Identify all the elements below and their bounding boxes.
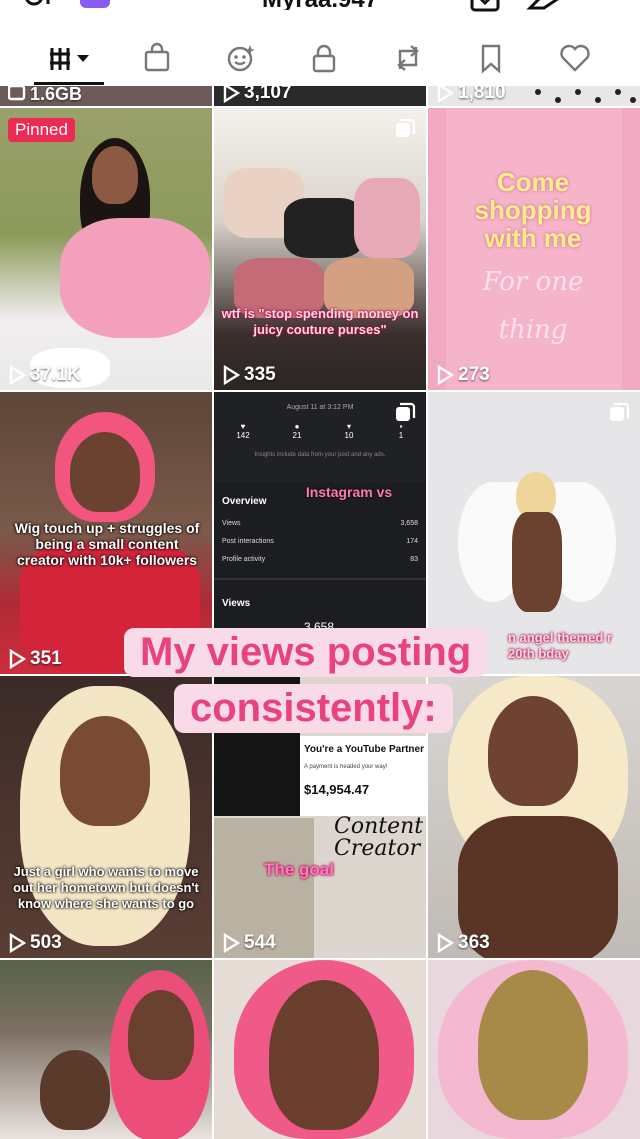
video-thumbnail[interactable]: 1,810 (428, 86, 640, 106)
repost-icon (397, 45, 419, 71)
view-count: 3,107 (222, 86, 292, 104)
tab-effects[interactable] (219, 36, 263, 80)
person-body (512, 512, 562, 612)
heart-icon (560, 44, 590, 72)
video-caption-script: For one thing (482, 267, 584, 345)
person-face (269, 980, 379, 1130)
multi-photo-icon (610, 402, 630, 421)
calendar-icon[interactable] (468, 0, 502, 18)
tab-liked[interactable] (553, 36, 597, 80)
lock-icon (312, 44, 336, 73)
overlay-line-2: consistently: (174, 684, 453, 733)
insights-stat: ▾ 10 (344, 422, 354, 440)
insights-row: Post interactions 174 (222, 538, 418, 545)
youtube-card: You're a YouTube Partner A payment is he… (300, 736, 426, 816)
folder-icon (8, 86, 26, 101)
bookmark-icon (481, 44, 501, 74)
video-thumbnail[interactable] (214, 960, 426, 1139)
overlay-caption: My views posting consistently: (0, 628, 640, 748)
play-icon (437, 933, 454, 953)
view-count: 273 (436, 364, 490, 386)
video-caption: Wig touch up + struggles of being a smal… (14, 520, 200, 568)
view-count: 363 (436, 932, 490, 954)
insights-views-label: Views (222, 598, 251, 609)
profile-username[interactable]: Myraa.947 (240, 0, 400, 10)
video-thumbnail[interactable]: Come shopping with me For one thing 273 (428, 108, 640, 390)
person-face (70, 432, 140, 512)
view-count: 335 (222, 364, 276, 386)
play-icon (223, 365, 240, 385)
play-icon (437, 86, 454, 103)
purse (284, 198, 364, 258)
menu-icon[interactable] (586, 0, 620, 18)
add-user-icon[interactable] (20, 0, 60, 20)
content-creator-text: Content Creator (334, 814, 424, 861)
tab-private[interactable] (302, 36, 346, 80)
video-grid: 1.6GB 3,107 1,810 Pinned 37.1K wtf is "s… (0, 86, 640, 1139)
tab-reposts[interactable] (386, 36, 430, 80)
youtube-amount: $14,954.47 (304, 782, 370, 797)
video-caption: The goal (264, 860, 334, 879)
storage-label: 1.6GB (8, 86, 82, 106)
overlay-line-1: My views posting (124, 628, 488, 677)
active-tab-indicator (34, 82, 104, 85)
share-icon[interactable] (526, 0, 560, 18)
video-caption: Come shopping with me (474, 167, 592, 253)
multi-photo-icon (396, 402, 416, 421)
insights-row: Views 3,658 (222, 520, 418, 527)
tab-videos[interactable] (40, 36, 98, 80)
video-thumbnail[interactable]: Pinned 37.1K (0, 108, 212, 390)
play-icon (9, 933, 26, 953)
pink-dress (60, 218, 210, 338)
view-count: 503 (8, 932, 62, 954)
video-thumbnail[interactable]: wtf is "stop spending money on juicy cou… (214, 108, 426, 390)
insights-stat: ♥ 142 (236, 422, 250, 440)
video-thumbnail[interactable]: 1.6GB (0, 86, 212, 106)
multi-photo-icon (396, 118, 416, 137)
video-thumbnail[interactable] (428, 960, 640, 1139)
tab-shop[interactable] (135, 36, 179, 80)
profile-tabs (0, 22, 640, 86)
insights-note: Insights include data from your post and… (254, 452, 386, 458)
notification-badge[interactable] (80, 0, 110, 8)
video-thumbnail[interactable] (0, 960, 212, 1139)
pinned-badge: Pinned (8, 118, 75, 142)
grid-icon (50, 48, 89, 70)
video-thumbnail[interactable]: 3,107 (214, 86, 426, 106)
shopping-bag-icon (144, 42, 170, 72)
profile-header: Myraa.947 (0, 0, 640, 22)
insights-stat: ▪ 1 (398, 422, 404, 440)
video-caption: Instagram vs (305, 484, 393, 500)
person-face (478, 970, 588, 1120)
sticker-icon (227, 45, 255, 72)
play-icon (437, 365, 454, 385)
view-count: 37.1K (8, 364, 81, 386)
tab-saved[interactable] (469, 36, 513, 80)
person-face (92, 146, 138, 204)
play-icon (9, 365, 26, 385)
youtube-sub: A payment is headed your way! (304, 764, 388, 770)
person-face (128, 990, 194, 1080)
view-count: 1,810 (436, 86, 506, 104)
view-count: 544 (222, 932, 276, 954)
video-caption: wtf is "stop spending money on juicy cou… (221, 306, 419, 337)
baby (40, 1050, 110, 1130)
insights-row: Profile activity 83 (222, 556, 418, 563)
video-caption: Just a girl who wants to move out her ho… (13, 864, 199, 911)
divider (214, 578, 426, 580)
play-icon (223, 933, 240, 953)
insights-overview: Overview (222, 496, 267, 507)
play-icon (223, 86, 240, 103)
purse (354, 178, 420, 258)
insights-stat: ● 21 (292, 422, 302, 440)
